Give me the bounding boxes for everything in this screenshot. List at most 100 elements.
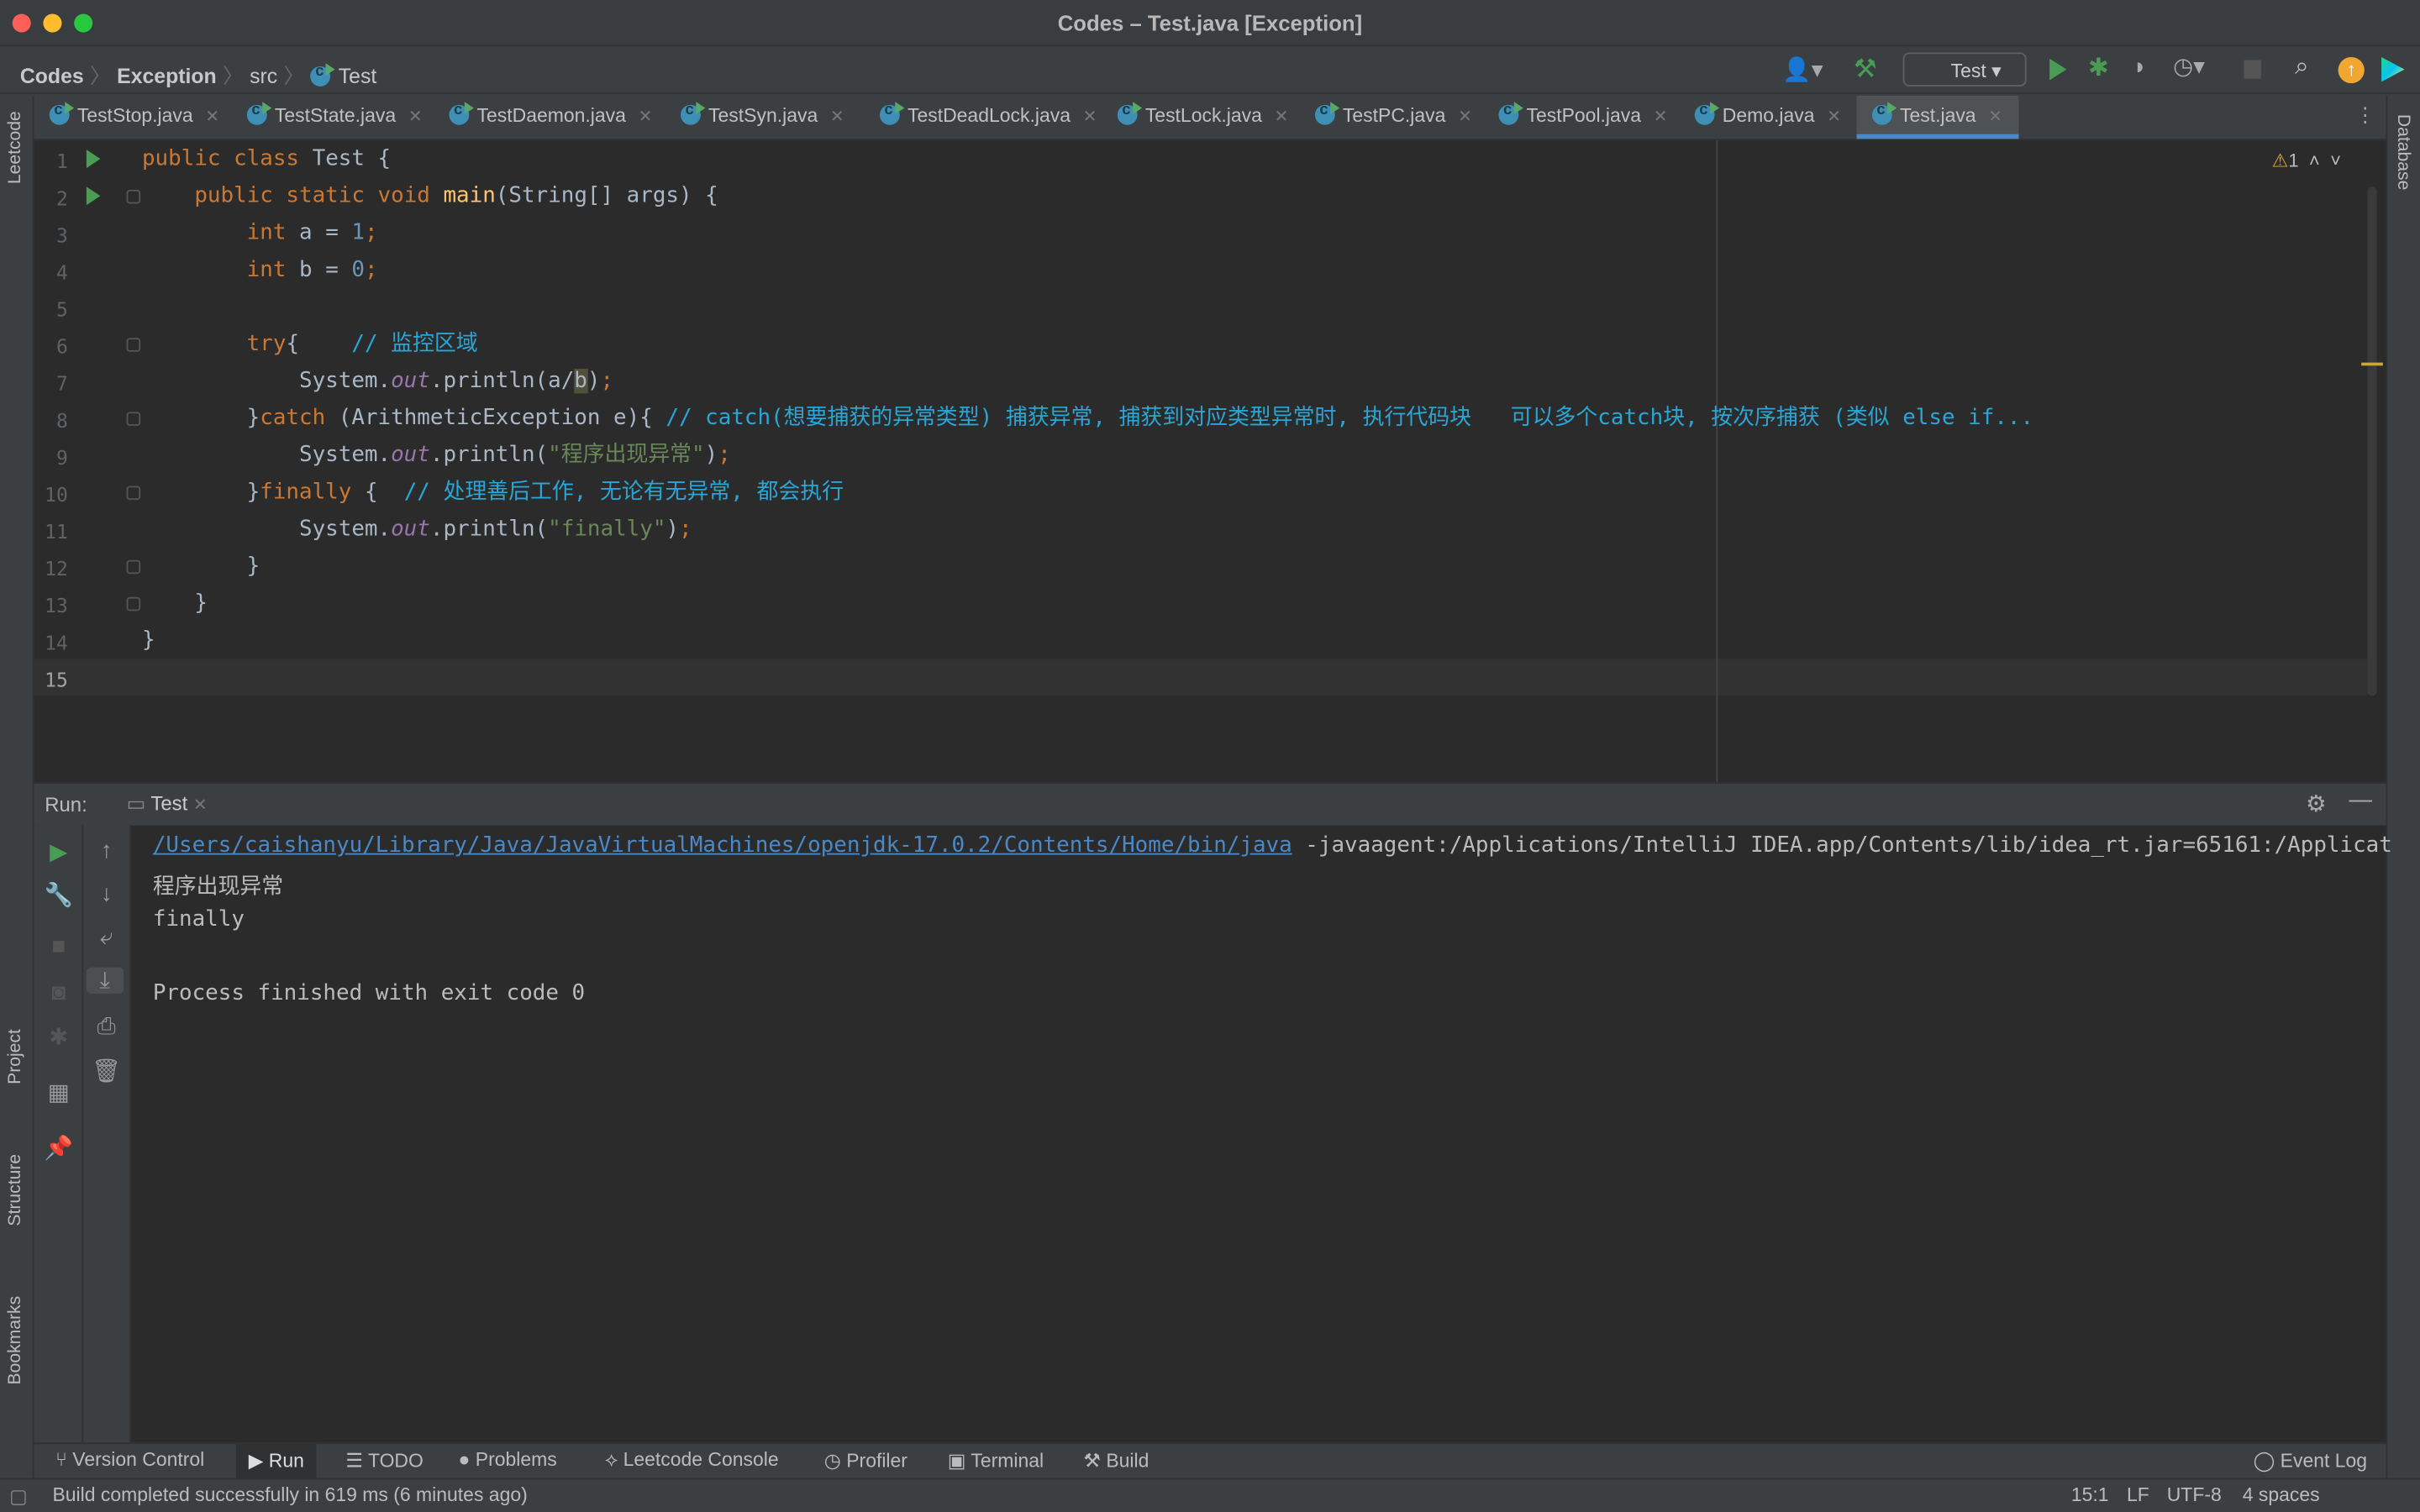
run-config-selector[interactable]: Test ▾	[1902, 52, 2027, 87]
close-tab-icon[interactable]: ✕	[1988, 108, 2002, 127]
profile-icon[interactable]: ◷▾	[2173, 52, 2205, 80]
status-message[interactable]: Build completed successfully in 619 ms (…	[52, 1484, 527, 1506]
fold-marker-icon[interactable]	[126, 559, 141, 575]
java-path-link[interactable]: /Users/caishanyu/Library/Java/JavaVirtua…	[153, 833, 1292, 858]
leetcode-console-tab[interactable]: ⟡ Leetcode Console	[605, 1449, 779, 1473]
breadcrumb: Codes〉Exception〉src〉Test	[20, 59, 376, 90]
fold-marker-icon[interactable]	[126, 486, 141, 501]
file-encoding[interactable]: UTF-8	[2167, 1484, 2222, 1506]
user-icon[interactable]: 👤▾	[1782, 55, 1823, 83]
todo-tab[interactable]: ☰ TODO	[345, 1449, 423, 1472]
fold-marker-icon[interactable]	[126, 189, 141, 204]
run-tool-tab[interactable]: ▶ Run	[236, 1444, 317, 1478]
breadcrumb-src[interactable]: src	[250, 65, 277, 88]
edit-config-wrench-icon[interactable]: 🔧	[35, 881, 82, 909]
stop-icon[interactable]	[2244, 60, 2261, 79]
fold-marker-icon[interactable]	[126, 596, 141, 612]
update-icon[interactable]: ↑	[2338, 56, 2365, 84]
code-line: System.out.println(a/b);	[142, 363, 613, 400]
debug-icon[interactable]: ✱	[2088, 52, 2109, 83]
close-run-tab-icon[interactable]: ✕	[193, 796, 208, 815]
caret-position[interactable]: 15:1	[2071, 1484, 2109, 1506]
close-tab-icon[interactable]: ✕	[205, 108, 219, 127]
code-token: public	[141, 146, 234, 171]
profiler-tab[interactable]: ◷ Profiler	[824, 1449, 908, 1472]
tab-testsyn[interactable]: TestSyn.java ✕	[666, 96, 844, 139]
event-log-tab[interactable]: ◯ Event Log	[2254, 1449, 2367, 1472]
warning-marker[interactable]	[2361, 362, 2383, 366]
terminal-tab[interactable]: ▣ Terminal	[948, 1449, 1044, 1472]
bookmarks-tool-button[interactable]: Bookmarks	[6, 1296, 24, 1385]
problems-tab[interactable]: ● Problems	[458, 1449, 556, 1471]
tab-testpc[interactable]: TestPC.java ✕	[1300, 96, 1472, 139]
tab-label: TestDeadLock.java	[907, 104, 1071, 127]
debug-bug-icon[interactable]: ✱	[35, 1023, 82, 1051]
arrow-up-icon[interactable]: ↑	[83, 837, 129, 864]
build-hammer-icon[interactable]: ⚒	[1854, 54, 1877, 85]
run-tab-test[interactable]: ▭ Test ✕	[127, 791, 208, 816]
close-tab-icon[interactable]: ✕	[830, 108, 844, 127]
line-separator[interactable]: LF	[2127, 1484, 2149, 1506]
tab-testpool[interactable]: TestPool.java ✕	[1483, 96, 1668, 139]
build-tab[interactable]: ⚒ Build	[1083, 1449, 1149, 1472]
inspection-widget[interactable]: ⚠1 ˄ ˅	[2272, 150, 2341, 171]
arrow-down-icon[interactable]: ↓	[83, 881, 129, 907]
dump-threads-camera-icon[interactable]: ◙	[35, 979, 82, 1005]
close-tab-icon[interactable]: ✕	[1083, 108, 1097, 127]
toolbox-icon[interactable]	[2381, 56, 2405, 82]
run-console[interactable]: ▶ 🔧 ■ ◙ ✱ ▦ 📌 ↑ ↓ ⤶ ⤓ ⎙ 🗑 /Users/caishan…	[34, 825, 2392, 1443]
tab-test[interactable]: Test.java ✕	[1856, 95, 2018, 139]
close-tab-icon[interactable]: ✕	[408, 108, 423, 127]
run-gutter-icon[interactable]	[86, 186, 101, 206]
tab-demo[interactable]: Demo.java ✕	[1679, 96, 1841, 139]
structure-tool-button[interactable]: Structure	[6, 1154, 24, 1226]
line-number: 7	[55, 371, 68, 396]
coverage-icon[interactable]: ◗	[2133, 54, 2147, 80]
run-icon[interactable]	[2049, 58, 2067, 81]
indent-setting[interactable]: 4 spaces	[2243, 1484, 2320, 1506]
settings-gear-icon[interactable]: ⚙	[2306, 790, 2327, 817]
fold-marker-icon[interactable]	[126, 338, 141, 352]
search-icon[interactable]: ⌕	[2295, 54, 2308, 81]
run-panel-label: Run:	[45, 793, 87, 816]
code-editor[interactable]: 1 2 3 4 5 6 7 8 9 10 11 12 13 14 15 public class Test …	[34, 140, 2386, 783]
trash-icon[interactable]: 🗑	[83, 1057, 129, 1084]
code-token: "程序出现异常"	[548, 443, 705, 468]
layout-icon[interactable]: ▦	[35, 1079, 82, 1106]
breadcrumb-exception[interactable]: Exception	[117, 65, 216, 88]
tab-teststop[interactable]: TestStop.java ✕	[34, 96, 219, 139]
tab-teststate[interactable]: TestState.java ✕	[232, 96, 423, 139]
breadcrumb-test[interactable]: Test	[339, 65, 376, 88]
close-tab-icon[interactable]: ✕	[1275, 108, 1289, 127]
next-highlight-icon[interactable]: ˅	[2330, 150, 2341, 171]
panel-toggle-icon[interactable]: ▢	[9, 1484, 28, 1508]
soft-wrap-icon[interactable]: ⤶	[83, 924, 129, 950]
print-icon[interactable]: ⎙	[83, 1014, 129, 1040]
tab-testdeadlock[interactable]: TestDeadLock.java ✕	[865, 96, 1097, 139]
close-tab-icon[interactable]: ✕	[1458, 108, 1472, 127]
pin-icon[interactable]: 📌	[35, 1134, 82, 1162]
rerun-icon[interactable]: ▶	[35, 837, 82, 865]
project-tool-button[interactable]: Project	[6, 1029, 24, 1084]
close-tab-icon[interactable]: ✕	[639, 108, 653, 127]
tab-label: TestStop.java	[76, 104, 193, 127]
breadcrumb-codes[interactable]: Codes	[20, 65, 84, 88]
leetcode-tool-button[interactable]: Leetcode	[6, 111, 24, 184]
more-tabs-icon[interactable]: ⋮	[2355, 103, 2375, 128]
tab-testlock[interactable]: TestLock.java ✕	[1102, 96, 1289, 139]
previous-highlight-icon[interactable]: ˄	[2309, 150, 2320, 171]
code-token: finally	[260, 480, 365, 505]
run-gutter-icon[interactable]	[86, 150, 101, 169]
close-tab-icon[interactable]: ✕	[1827, 108, 1841, 127]
scroll-to-end-icon[interactable]: ⤓	[86, 967, 124, 994]
version-control-tab[interactable]: ⑂ Version Control	[55, 1449, 204, 1471]
hide-panel-icon[interactable]: —	[2349, 787, 2372, 813]
tab-testdaemon[interactable]: TestDaemon.java ✕	[434, 96, 653, 139]
stop-icon[interactable]: ■	[35, 933, 82, 959]
editor-scrollbar[interactable]	[2367, 186, 2377, 696]
database-tool-button[interactable]: Database	[2394, 114, 2412, 190]
close-tab-icon[interactable]: ✕	[1654, 108, 1668, 127]
fold-marker-icon[interactable]	[126, 412, 141, 426]
